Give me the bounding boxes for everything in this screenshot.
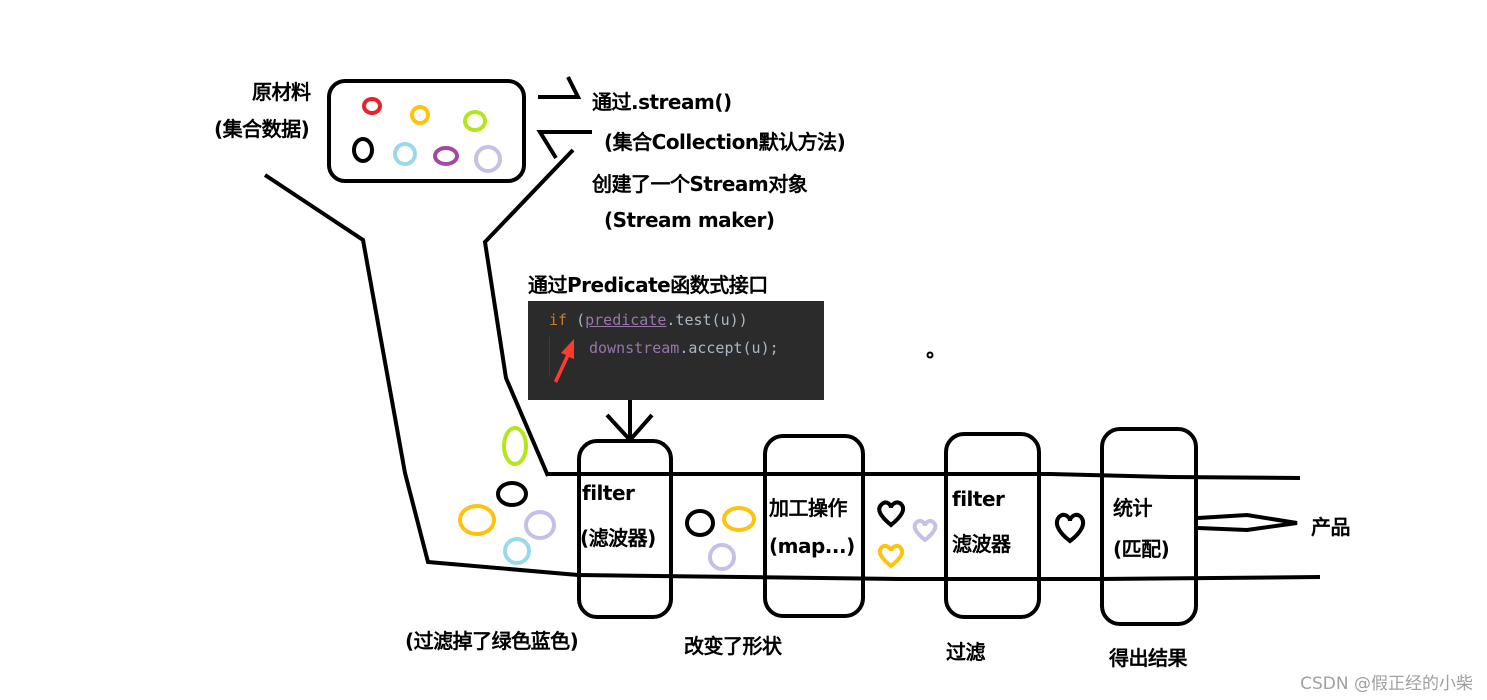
indent-guide [549, 337, 550, 377]
stage-2-line1: 加工操作 [769, 496, 848, 520]
stage-box-collect [1100, 427, 1198, 626]
yellow-oval-item [458, 504, 496, 536]
stage-3-line1: filter [952, 487, 1005, 511]
lightblue-circle [393, 142, 417, 166]
predicate-heading: 通过Predicate函数式接口 [528, 273, 768, 297]
lavender-circle [474, 145, 502, 173]
lavender-heart [912, 518, 938, 543]
code-var-downstream: downstream [589, 339, 680, 357]
raw-material-box [327, 79, 526, 183]
yellow-heart [877, 543, 905, 569]
lightblue-oval-item [503, 537, 531, 565]
code-keyword-if: if [549, 311, 568, 329]
code-line-1: if (predicate.test(u)) [549, 311, 748, 329]
stream-arrow-in [536, 130, 592, 160]
stage-box-filter-2 [944, 432, 1041, 619]
lavender-oval-item [524, 510, 556, 540]
stray-dot [926, 351, 934, 359]
purple-circle [433, 146, 459, 166]
yellow-circle [410, 105, 430, 125]
pipe-bottom-line [577, 573, 1321, 581]
stream-method-label: 通过.stream() [592, 90, 732, 114]
stage-1-line1: filter [582, 481, 635, 505]
stage-3-line2: 滤波器 [952, 532, 1011, 556]
stage-1-line2: (滤波器) [580, 526, 656, 550]
code-test-call: .test(u)) [666, 311, 748, 329]
output-label: 产品 [1311, 515, 1351, 539]
code-paren: ( [567, 311, 586, 329]
code-var-predicate: predicate [585, 311, 667, 329]
green-circle [463, 110, 487, 132]
black-oval-item [496, 481, 528, 507]
stage-box-map [763, 434, 865, 618]
code-snippet: if (predicate.test(u)) downstream.accept… [528, 301, 824, 400]
stream-maker-label: (Stream maker) [604, 208, 775, 232]
stage-2-line2: (map...) [769, 534, 855, 558]
lavender-circle-after-filter [708, 543, 736, 571]
output-arrow [1197, 512, 1298, 533]
stage-3-caption: 过滤 [946, 640, 986, 664]
stage-4-caption: 得出结果 [1109, 646, 1188, 670]
black-circle-after-filter [685, 509, 715, 537]
stage-1-caption: (过滤掉了绿色蓝色) [405, 629, 579, 653]
stream-arrow-out [538, 76, 582, 99]
black-heart [877, 500, 906, 528]
raw-material-title: 原材料 [252, 80, 311, 104]
pipe-top-line [548, 472, 1301, 480]
stage-4-line2: (匹配) [1113, 537, 1170, 561]
red-arrow-icon [554, 339, 574, 383]
stage-2-caption: 改变了形状 [684, 634, 782, 658]
raw-material-subtitle: (集合数据) [214, 117, 310, 141]
stage-4-line1: 统计 [1113, 496, 1153, 520]
code-line-2: downstream.accept(u); [589, 339, 779, 357]
black-heart-final [1054, 512, 1086, 544]
stream-default-method-label: (集合Collection默认方法) [604, 130, 846, 154]
black-circle [352, 137, 374, 163]
yellow-oval-after-filter [722, 506, 756, 532]
red-circle [362, 97, 382, 115]
stream-object-label: 创建了一个Stream对象 [592, 172, 808, 196]
watermark: CSDN @假正经的小柴 [1300, 674, 1473, 694]
code-accept-call: .accept(u); [679, 339, 779, 357]
green-oval-item [502, 426, 528, 466]
